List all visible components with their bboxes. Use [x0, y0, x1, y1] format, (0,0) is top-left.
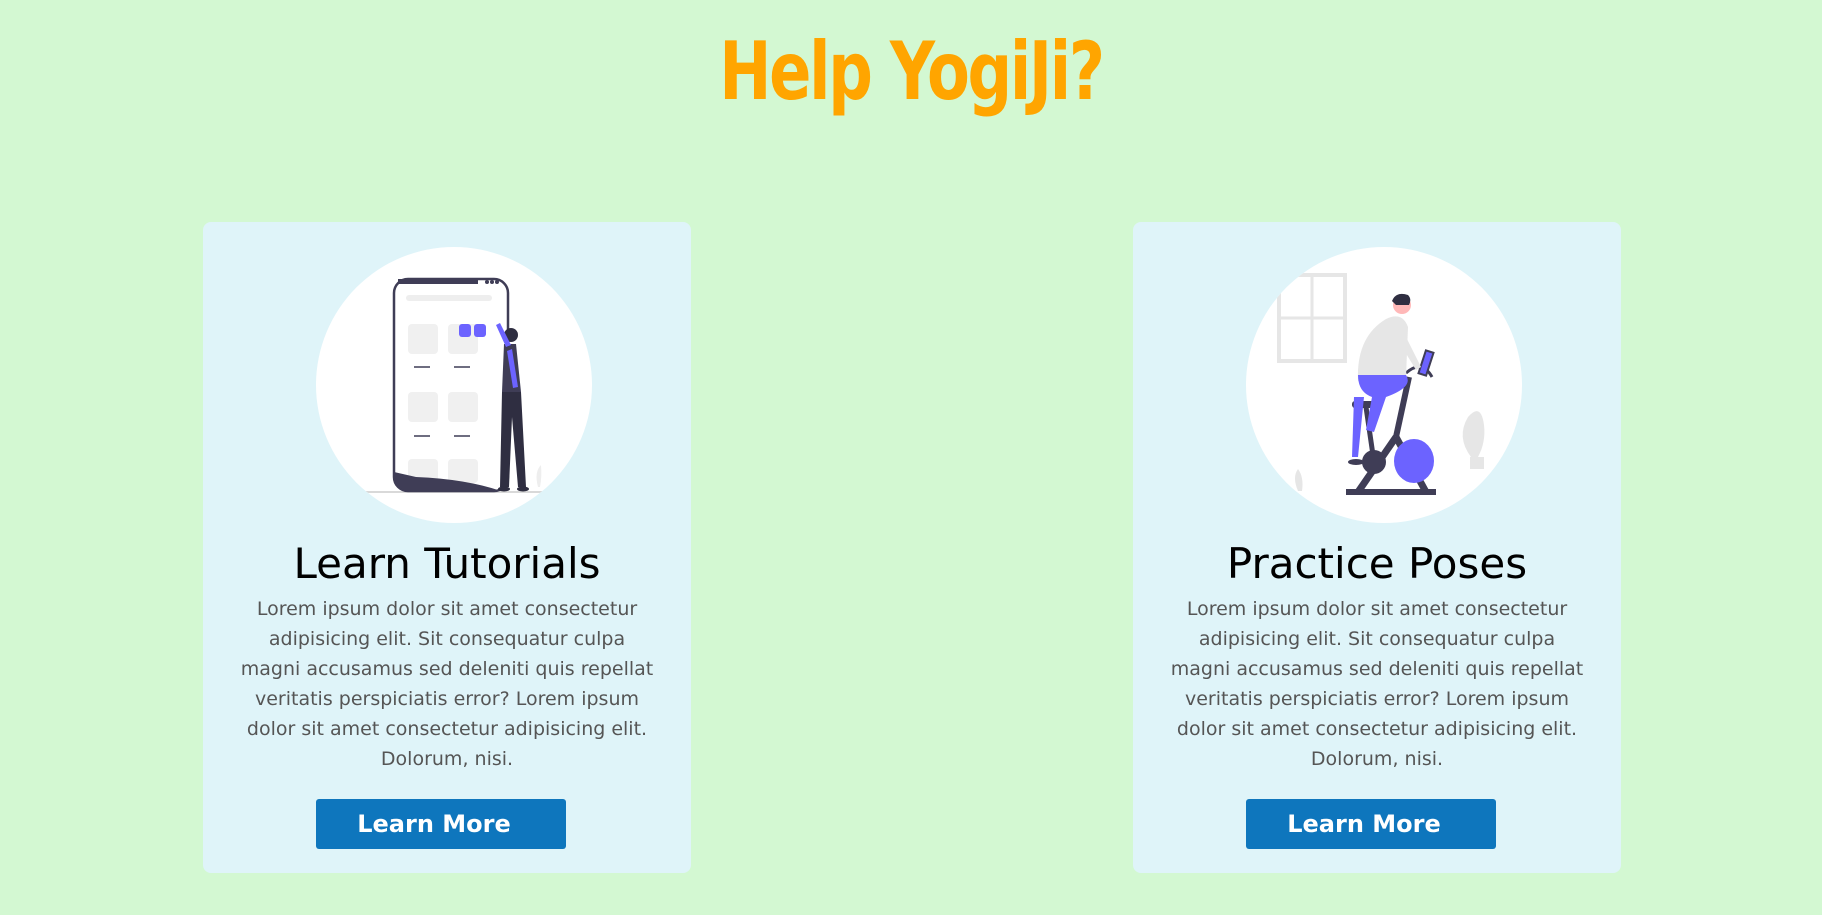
card-heading: Learn Tutorials: [293, 539, 601, 588]
person-on-exercise-bike-illustration: [1246, 247, 1522, 523]
card-learn-tutorials: Learn Tutorials Lorem ipsum dolor sit am…: [203, 222, 691, 873]
learn-more-button[interactable]: Learn More: [1246, 799, 1496, 849]
person-with-phone-illustration: [316, 247, 592, 523]
learn-more-button[interactable]: Learn More: [316, 799, 566, 849]
card-description: Lorem ipsum dolor sit amet consectetur a…: [1170, 598, 1584, 770]
page-title: Help YogiJi?: [719, 25, 1105, 118]
card-practice-poses: Practice Poses Lorem ipsum dolor sit ame…: [1133, 222, 1621, 873]
card-description: Lorem ipsum dolor sit amet consectetur a…: [240, 598, 654, 770]
card-heading: Practice Poses: [1226, 539, 1528, 588]
